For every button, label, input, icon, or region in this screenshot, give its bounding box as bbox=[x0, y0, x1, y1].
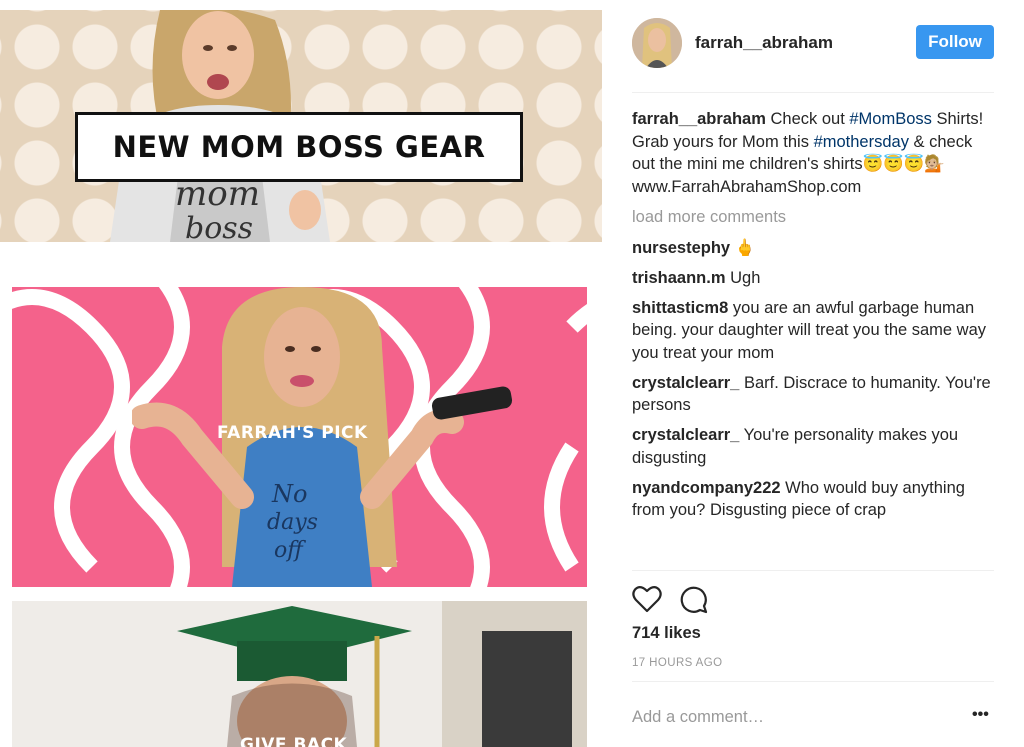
post-caption: farrah__abraham Check out #MomBoss Shirt… bbox=[632, 108, 992, 198]
caption-username[interactable]: farrah__abraham bbox=[632, 110, 766, 128]
caption-text: Check out bbox=[765, 110, 850, 128]
comment-username[interactable]: shittasticm8 bbox=[632, 299, 728, 317]
farrahs-pick-banner: No days off FARRAH'S PICK bbox=[12, 287, 587, 587]
comment-item: nursestephy 🖕 bbox=[632, 237, 992, 260]
comment-username[interactable]: crystalclearr_ bbox=[632, 374, 739, 392]
divider bbox=[632, 92, 994, 93]
load-more-comments[interactable]: load more comments bbox=[632, 206, 992, 229]
comment-item: shittasticm8 you are an awful garbage hu… bbox=[632, 297, 992, 365]
comment-item: nyandcompany222 Who would buy anything f… bbox=[632, 477, 992, 522]
comment-username[interactable]: nyandcompany222 bbox=[632, 479, 781, 497]
comment-item: crystalclearr_ You're personality makes … bbox=[632, 424, 992, 469]
svg-text:days: days bbox=[267, 510, 318, 535]
likes-count[interactable]: 714 likes bbox=[632, 624, 701, 643]
farrahs-pick-label: FARRAH'S PICK bbox=[217, 423, 368, 443]
comment-item: trishaann.m Ugh bbox=[632, 267, 992, 290]
avatar-image bbox=[632, 18, 682, 68]
give-back-banner: GIVE BACK bbox=[12, 601, 587, 747]
divider bbox=[632, 681, 994, 682]
hashtag-link[interactable]: #MomBoss bbox=[849, 110, 932, 128]
comments-list: farrah__abraham Check out #MomBoss Shirt… bbox=[632, 108, 992, 529]
post-actions bbox=[632, 583, 724, 615]
svg-text:No: No bbox=[271, 480, 307, 508]
heart-icon[interactable] bbox=[632, 585, 662, 613]
comment-text: Ugh bbox=[730, 268, 761, 287]
comment-username[interactable]: trishaann.m bbox=[632, 269, 726, 287]
emoji-group: 😇😇😇💁🏼 bbox=[862, 155, 945, 173]
comment-item: crystalclearr_ Barf. Discrace to humanit… bbox=[632, 372, 992, 417]
divider bbox=[632, 570, 994, 571]
mom-boss-gear-banner: mom boss NEW MOM BOSS GEAR bbox=[0, 10, 602, 242]
graduation-photo bbox=[12, 601, 587, 747]
follow-button[interactable]: Follow bbox=[916, 25, 994, 59]
comment-icon[interactable] bbox=[678, 584, 708, 614]
hashtag-link[interactable]: #mothersday bbox=[814, 133, 909, 151]
svg-text:off: off bbox=[274, 538, 306, 563]
comment-username[interactable]: crystalclearr_ bbox=[632, 426, 739, 444]
comment-text: 🖕 bbox=[734, 238, 756, 257]
avatar[interactable] bbox=[632, 18, 682, 68]
post-timestamp: 17 HOURS AGO bbox=[632, 657, 723, 669]
more-options-icon[interactable]: ••• bbox=[972, 706, 992, 726]
shop-url: www.FarrahAbrahamShop.com bbox=[632, 177, 862, 196]
banner-title: NEW MOM BOSS GEAR bbox=[75, 112, 523, 182]
post-header: farrah__abraham Follow bbox=[632, 18, 994, 68]
header-username[interactable]: farrah__abraham bbox=[695, 33, 833, 53]
svg-text:boss: boss bbox=[185, 211, 253, 242]
comment-username[interactable]: nursestephy bbox=[632, 239, 730, 257]
add-comment-input[interactable] bbox=[632, 705, 972, 729]
post-media[interactable]: mom boss NEW MOM BOSS GEAR No days off F… bbox=[0, 0, 604, 747]
give-back-label: GIVE BACK bbox=[240, 735, 348, 747]
post-panel: farrah__abraham Follow farrah__abraham C… bbox=[620, 0, 1005, 747]
